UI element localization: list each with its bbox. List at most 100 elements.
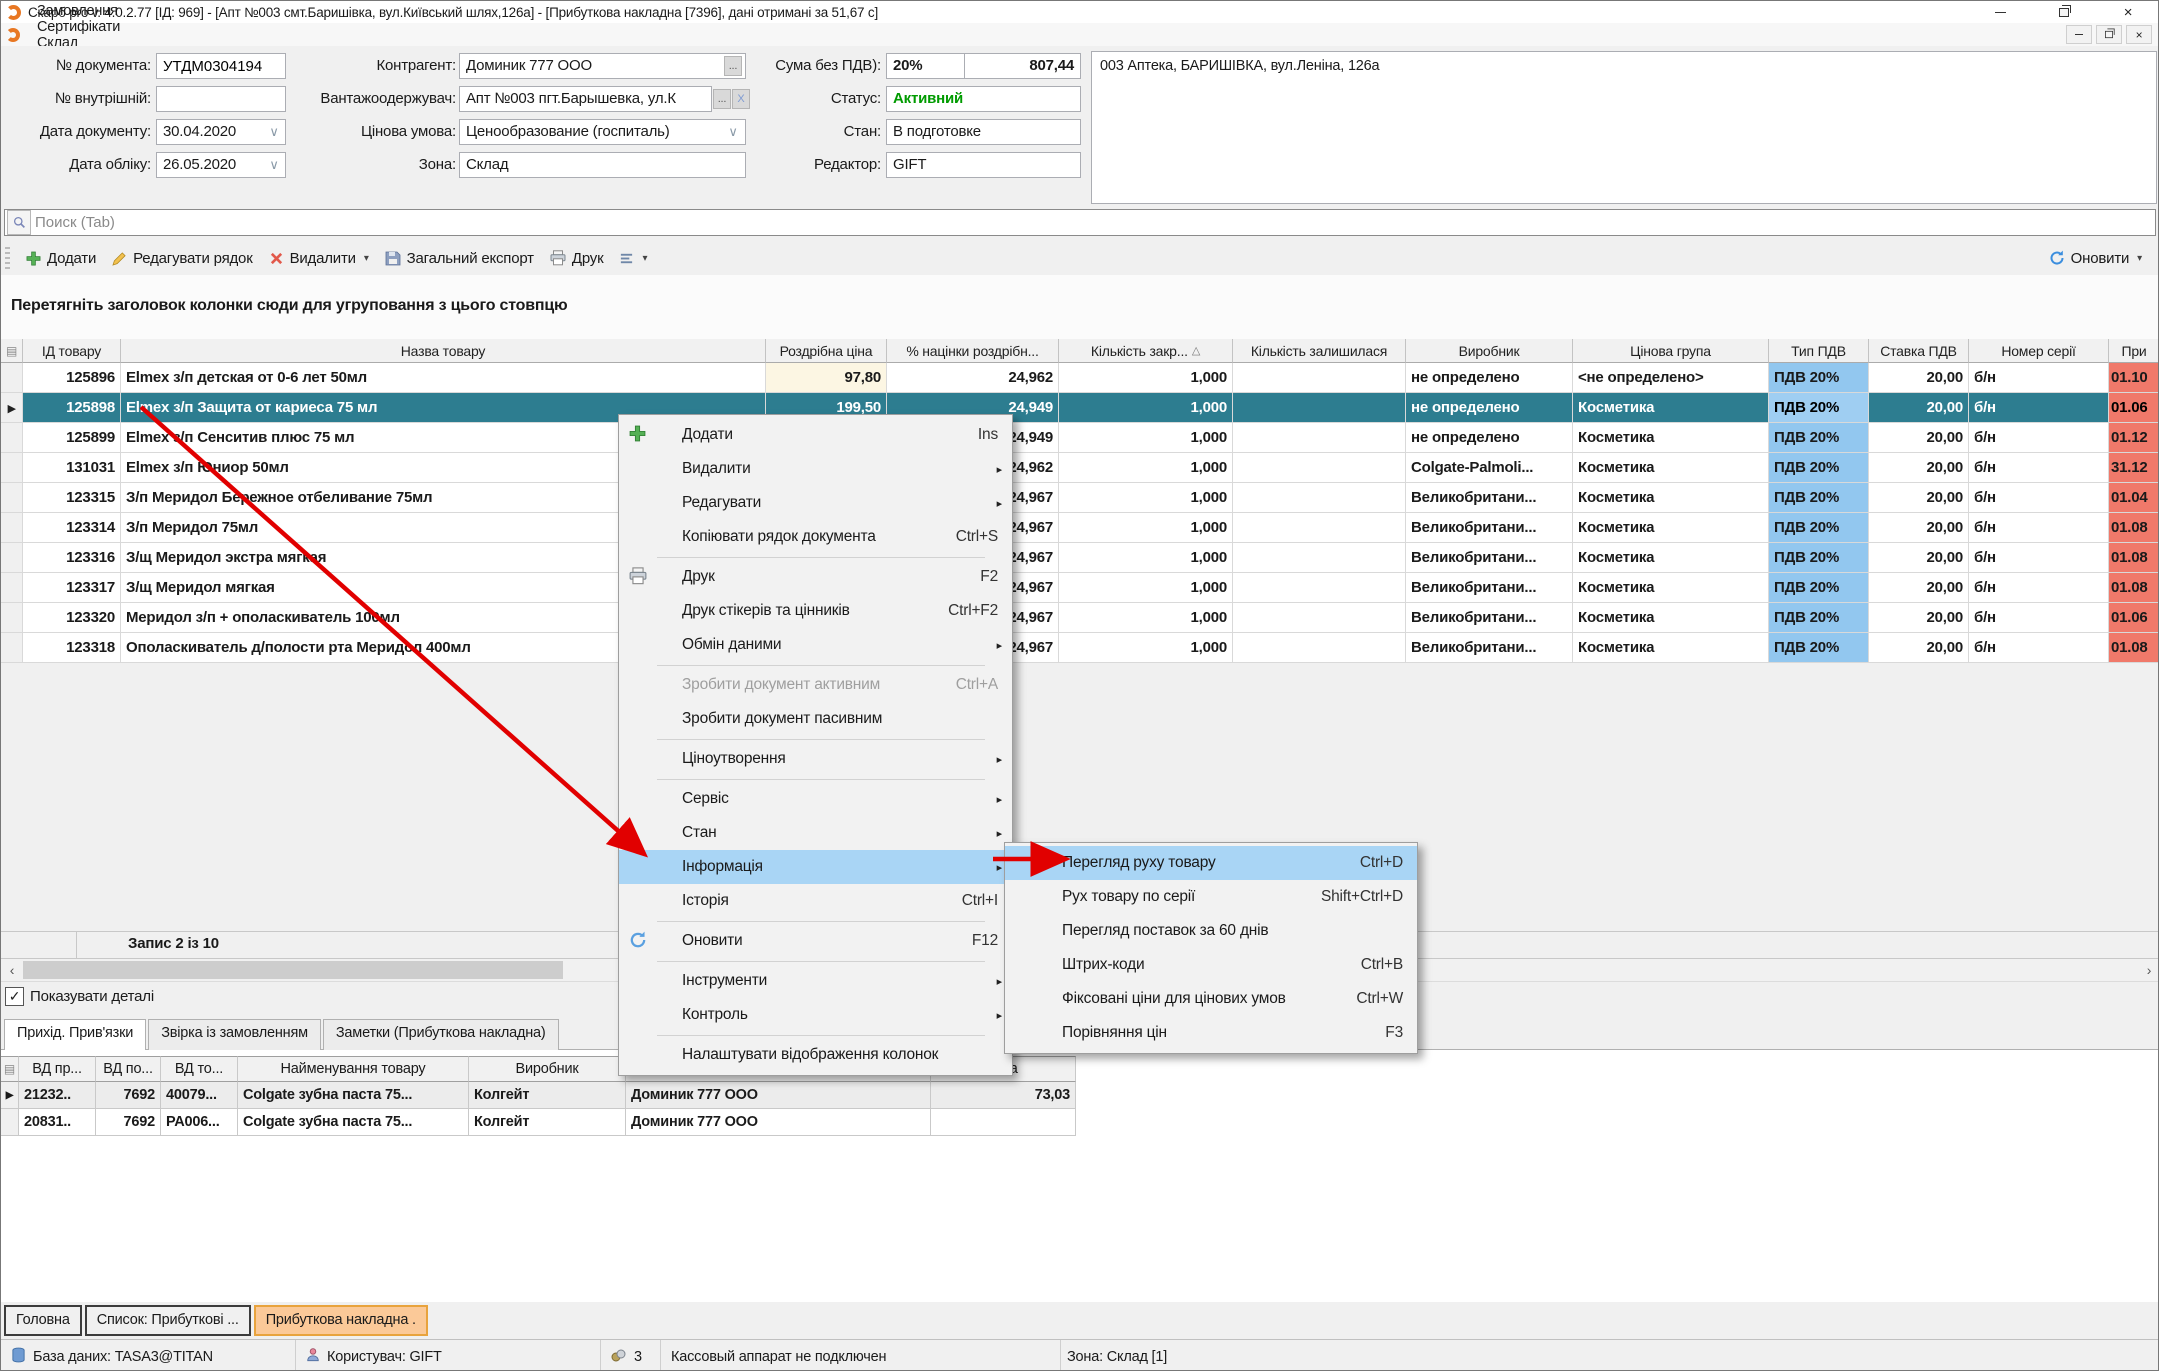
detail-cell[interactable]: 7692 — [96, 1109, 161, 1136]
table-row-123317[interactable]: 123317З/щ Меридол мягкая24,9671,000Велик… — [1, 573, 2159, 603]
cell[interactable]: Косметика — [1573, 453, 1769, 483]
consignee-field[interactable]: Апт №003 пгт.Барышевка, ул.К — [459, 86, 712, 112]
table-row-125898[interactable]: ▸125898Elmex з/п Защита от кариеса 75 мл… — [1, 393, 2159, 423]
cell[interactable]: 1,000 — [1059, 453, 1233, 483]
window-tab-1[interactable]: Список: Прибуткові ... — [85, 1305, 251, 1336]
cell[interactable]: 1,000 — [1059, 483, 1233, 513]
detail-cell[interactable]: 73,03 — [931, 1082, 1076, 1109]
cell[interactable]: б/н — [1969, 363, 2109, 393]
cell[interactable] — [1233, 483, 1406, 513]
detail-cell[interactable]: Colgate зубна паста 75... — [238, 1109, 469, 1136]
context-menu-item-Зробити документ пасивним[interactable]: Зробити документ пасивним — [619, 702, 1012, 736]
cell[interactable] — [1233, 363, 1406, 393]
scrollbar-thumb[interactable] — [23, 961, 563, 979]
restore-button[interactable] — [2032, 1, 2096, 23]
table-row-123314[interactable]: 123314З/п Меридол 75мл24,9671,000Великоб… — [1, 513, 2159, 543]
cell[interactable]: Великобритани... — [1406, 573, 1573, 603]
context-menu-item-Друк[interactable]: ДрукF2 — [619, 560, 1012, 594]
contragent-field[interactable]: Доминик 777 ООО — [459, 53, 746, 79]
mdi-minimize-button[interactable] — [2066, 25, 2092, 44]
cell[interactable]: б/н — [1969, 393, 2109, 423]
cell[interactable]: Косметика — [1573, 573, 1769, 603]
column-header-3[interactable]: % націнки роздрібн... — [887, 339, 1059, 363]
detail-tab-0[interactable]: Прихід. Прив'язки — [4, 1019, 146, 1050]
detail-cell[interactable]: 40079... — [161, 1082, 238, 1109]
detail-row-1[interactable]: 20831..7692РА006...Colgate зубна паста 7… — [1, 1109, 1076, 1136]
consignee-lookup-button[interactable]: ... — [713, 89, 731, 109]
cell[interactable]: 01.10 — [2109, 363, 2159, 393]
cell[interactable]: 20,00 — [1869, 483, 1969, 513]
context-menu-item-Сервіс[interactable]: Сервіс▸ — [619, 782, 1012, 816]
detail-tab-1[interactable]: Звірка із замовленням — [148, 1019, 321, 1050]
cell[interactable]: ПДВ 20% — [1769, 633, 1869, 663]
cell[interactable]: <не определено> — [1573, 363, 1769, 393]
column-header-11[interactable]: При — [2109, 339, 2159, 363]
cell[interactable]: ПДВ 20% — [1769, 453, 1869, 483]
cell[interactable]: 31.12 — [2109, 453, 2159, 483]
window-tab-0[interactable]: Головна — [4, 1305, 82, 1336]
cell[interactable]: б/н — [1969, 603, 2109, 633]
close-button[interactable]: × — [2096, 1, 2159, 23]
cell[interactable]: 1,000 — [1059, 573, 1233, 603]
add-row-button[interactable]: Додати — [18, 246, 104, 271]
cell[interactable] — [1233, 393, 1406, 423]
consignee-clear-button[interactable]: X — [732, 89, 750, 109]
cell[interactable]: 123315 — [23, 483, 121, 513]
detail-column-header-0[interactable]: ВД пр... — [19, 1056, 96, 1082]
table-row-125899[interactable]: 125899Elmex з/п Сенситив плюс 75 мл24,94… — [1, 423, 2159, 453]
cell[interactable]: 01.08 — [2109, 573, 2159, 603]
table-row-123316[interactable]: 123316З/щ Меридол экстра мягкая24,9671,0… — [1, 543, 2159, 573]
view-options-button[interactable]: ▾ — [611, 247, 655, 270]
cell[interactable]: б/н — [1969, 453, 2109, 483]
doc-number-input[interactable] — [156, 53, 286, 79]
show-details-checkbox[interactable]: ✓ — [5, 987, 24, 1006]
detail-tab-2[interactable]: Заметки (Прибуткова накладна) — [323, 1019, 559, 1050]
cell[interactable]: Великобритани... — [1406, 603, 1573, 633]
search-input[interactable] — [33, 211, 2155, 235]
cell[interactable]: 123316 — [23, 543, 121, 573]
cell[interactable]: 123318 — [23, 633, 121, 663]
edit-row-button[interactable]: Редагувати рядок — [104, 246, 260, 271]
cell[interactable]: Косметика — [1573, 393, 1769, 423]
menubar-item-Сертифікати[interactable]: Сертифікати — [27, 19, 145, 35]
context-menu-item-Обмін даними[interactable]: Обмін даними▸ — [619, 628, 1012, 662]
column-header-1[interactable]: Назва товару — [121, 339, 766, 363]
detail-column-header-1[interactable]: ВД по... — [96, 1056, 161, 1082]
cell[interactable] — [1233, 513, 1406, 543]
menubar-item-Замовлення[interactable]: Замовлення — [27, 3, 145, 19]
detail-cell[interactable]: Доминик 777 ООО — [626, 1082, 931, 1109]
cell[interactable]: 123314 — [23, 513, 121, 543]
cell[interactable] — [1233, 453, 1406, 483]
cell[interactable]: 01.08 — [2109, 633, 2159, 663]
cell[interactable]: б/н — [1969, 573, 2109, 603]
cell[interactable]: 131031 — [23, 453, 121, 483]
cell[interactable]: 123320 — [23, 603, 121, 633]
scroll-right-icon[interactable]: › — [2138, 959, 2159, 981]
cell[interactable]: 20,00 — [1869, 573, 1969, 603]
detail-cell[interactable]: 21232.. — [19, 1082, 96, 1109]
info-submenu-item-Штрих-коди[interactable]: Штрих-кодиCtrl+B — [1005, 948, 1417, 982]
price-cond-caret-icon[interactable]: ∨ — [722, 119, 744, 145]
column-header-7[interactable]: Цінова група — [1573, 339, 1769, 363]
cell[interactable]: Colgate-Palmoli... — [1406, 453, 1573, 483]
cell[interactable]: Косметика — [1573, 423, 1769, 453]
detail-column-header-3[interactable]: Найменування товару — [238, 1056, 469, 1082]
cell[interactable]: 1,000 — [1059, 633, 1233, 663]
context-menu-item-Налаштувати відображення колонок[interactable]: Налаштувати відображення колонок — [619, 1038, 1012, 1072]
context-menu-item-Інструменти[interactable]: Інструменти▸ — [619, 964, 1012, 998]
column-header-9[interactable]: Ставка ПДВ — [1869, 339, 1969, 363]
info-submenu-item-Перегляд руху товару[interactable]: Перегляд руху товаруCtrl+D — [1005, 846, 1417, 880]
cell[interactable]: Великобритани... — [1406, 513, 1573, 543]
cell[interactable]: ПДВ 20% — [1769, 483, 1869, 513]
column-header-5[interactable]: Кількість залишилася — [1233, 339, 1406, 363]
cell[interactable] — [1233, 633, 1406, 663]
column-header-2[interactable]: Роздрібна ціна — [766, 339, 887, 363]
context-menu-item-Додати[interactable]: ДодатиIns — [619, 418, 1012, 452]
refresh-button[interactable]: Оновити▾ — [2041, 246, 2150, 271]
info-submenu-item-Порівняння цін[interactable]: Порівняння цінF3 — [1005, 1016, 1417, 1050]
cell[interactable]: 01.06 — [2109, 603, 2159, 633]
contragent-lookup-button[interactable]: ... — [724, 56, 742, 76]
cell[interactable]: 20,00 — [1869, 393, 1969, 423]
context-menu-item-Копіювати рядок документа[interactable]: Копіювати рядок документаCtrl+S — [619, 520, 1012, 554]
detail-column-header-2[interactable]: ВД то... — [161, 1056, 238, 1082]
